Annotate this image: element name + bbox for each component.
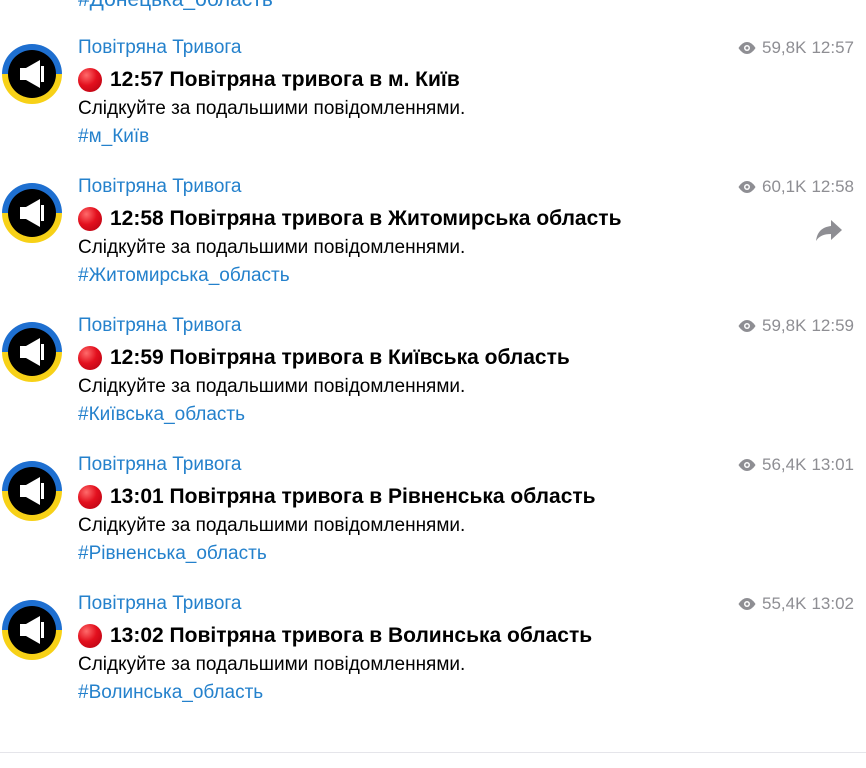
alert-body: Слідкуйте за подальшими повідомленнями.: [78, 376, 466, 397]
post-meta: 56,4K 13:01: [737, 453, 854, 477]
red-circle-icon: [78, 485, 102, 509]
message-post: Повітряна Тривога 59,8K 12:59 12:59 Пові…: [0, 314, 866, 444]
megaphone-icon: [2, 461, 62, 521]
share-icon[interactable]: [814, 217, 844, 243]
alert-title-text: 12:59 Повітряна тривога в Київська облас…: [110, 346, 570, 369]
alert-title-text: 12:57 Повітряна тривога в м. Київ: [110, 68, 460, 91]
post-meta: 60,1K 12:58: [737, 175, 854, 199]
channel-name[interactable]: Повітряна Тривога: [78, 592, 241, 616]
red-circle-icon: [78, 624, 102, 648]
view-count: 56,4K: [762, 455, 807, 474]
region-hashtag[interactable]: #Київська_область: [78, 402, 245, 428]
channel-name[interactable]: Повітряна Тривога: [78, 314, 241, 338]
post-time: 12:59: [811, 316, 854, 335]
post-meta: 59,8K 12:57: [737, 36, 854, 60]
channel-name[interactable]: Повітряна Тривога: [78, 453, 241, 477]
red-circle-icon: [78, 346, 102, 370]
megaphone-icon: [2, 44, 62, 104]
alert-title: 13:02 Повітряна тривога в Волинська обла…: [78, 622, 592, 650]
channel-avatar[interactable]: [2, 600, 62, 660]
view-count: 59,8K: [762, 316, 807, 335]
alert-title-text: 13:02 Повітряна тривога в Волинська обла…: [110, 624, 593, 647]
view-count: 60,1K: [762, 177, 807, 196]
divider: [0, 752, 866, 753]
alert-title: 13:01 Повітряна тривога в Рівненська обл…: [78, 483, 596, 511]
previous-post-hashtag[interactable]: #Донецька_область: [78, 0, 273, 12]
message-post: Повітряна Тривога 59,8K 12:57 12:57 Пові…: [0, 36, 866, 166]
alert-body: Слідкуйте за подальшими повідомленнями.: [78, 515, 466, 536]
alert-title-text: 12:58 Повітряна тривога в Житомирська об…: [110, 207, 622, 230]
red-circle-icon: [78, 68, 102, 92]
eye-icon: [738, 181, 756, 193]
megaphone-icon: [2, 183, 62, 243]
channel-name[interactable]: Повітряна Тривога: [78, 36, 241, 60]
red-circle-icon: [78, 207, 102, 231]
view-count: 59,8K: [762, 38, 807, 57]
eye-icon: [738, 459, 756, 471]
channel-avatar[interactable]: [2, 44, 62, 104]
alert-title: 12:58 Повітряна тривога в Житомирська об…: [78, 205, 622, 233]
alert-title: 12:57 Повітряна тривога в м. Київ: [78, 66, 460, 94]
message-post: Повітряна Тривога 55,4K 13:02 13:02 Пові…: [0, 592, 866, 722]
alert-title: 12:59 Повітряна тривога в Київська облас…: [78, 344, 570, 372]
eye-icon: [738, 598, 756, 610]
post-time: 12:58: [811, 177, 854, 196]
post-time: 13:01: [811, 455, 854, 474]
channel-avatar[interactable]: [2, 461, 62, 521]
post-meta: 59,8K 12:59: [737, 314, 854, 338]
post-meta: 55,4K 13:02: [737, 592, 854, 616]
megaphone-icon: [2, 600, 62, 660]
channel-avatar[interactable]: [2, 322, 62, 382]
view-count: 55,4K: [762, 594, 807, 613]
message-post: Повітряна Тривога 56,4K 13:01 13:01 Пові…: [0, 453, 866, 583]
eye-icon: [738, 320, 756, 332]
alert-body: Слідкуйте за подальшими повідомленнями.: [78, 98, 466, 119]
alert-body: Слідкуйте за подальшими повідомленнями.: [78, 654, 466, 675]
channel-name[interactable]: Повітряна Тривога: [78, 175, 241, 199]
region-hashtag[interactable]: #Житомирська_область: [78, 263, 290, 289]
channel-avatar[interactable]: [2, 183, 62, 243]
post-time: 12:57: [811, 38, 854, 57]
eye-icon: [738, 42, 756, 54]
megaphone-icon: [2, 322, 62, 382]
alert-title-text: 13:01 Повітряна тривога в Рівненська обл…: [110, 485, 596, 508]
region-hashtag[interactable]: #Рівненська_область: [78, 541, 267, 567]
region-hashtag[interactable]: #Волинська_область: [78, 680, 263, 706]
post-time: 13:02: [811, 594, 854, 613]
alert-body: Слідкуйте за подальшими повідомленнями.: [78, 237, 466, 258]
message-post: Повітряна Тривога 60,1K 12:58 12:58 Пові…: [0, 175, 866, 305]
region-hashtag[interactable]: #м_Київ: [78, 124, 149, 150]
